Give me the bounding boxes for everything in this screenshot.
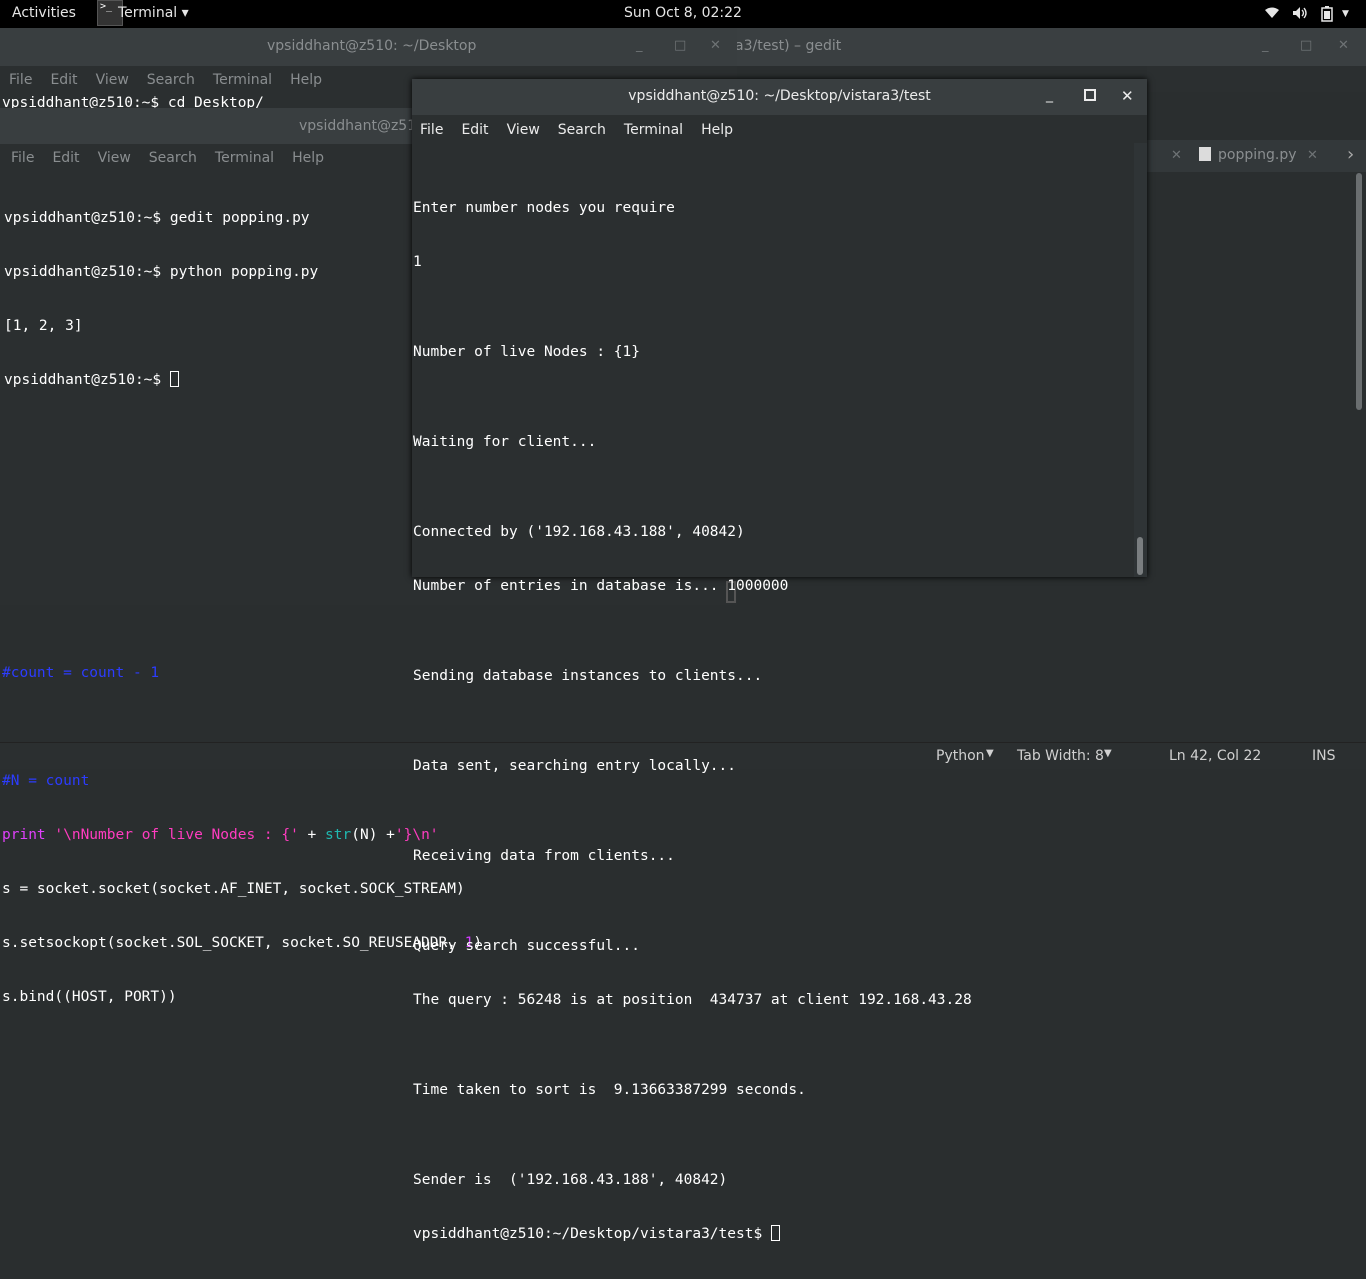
menu-view[interactable]: View [96, 72, 129, 88]
menu-terminal[interactable]: Terminal [213, 72, 272, 88]
gedit-toolbar [1147, 66, 1366, 92]
menu-search[interactable]: Search [558, 122, 606, 138]
menu-terminal[interactable]: Terminal [624, 122, 683, 138]
terminal-line: Receiving data from clients... [413, 848, 675, 864]
terminal-output-line: vpsiddhant@z510:~$ cd Desktop/ [2, 95, 264, 108]
terminal-line: vpsiddhant@z510:~/Desktop/vistara3/test$ [413, 1225, 972, 1243]
menu-terminal[interactable]: Terminal [215, 150, 274, 166]
chevron-down-icon[interactable]: ▼ [1342, 9, 1349, 19]
terminal-prompt: vpsiddhant@z510:~/Desktop/vistara3/test$ [413, 1226, 771, 1242]
menu-search[interactable]: Search [147, 72, 195, 88]
maximize-icon[interactable] [1084, 89, 1096, 101]
terminal-line: Sender is ('192.168.43.188', 40842) [413, 1172, 728, 1188]
top-bar: Activities >_ Terminal ▾ Sun Oct 8, 02:2… [0, 0, 1366, 28]
gedit-minimize-icon[interactable]: _ [1262, 38, 1269, 53]
terminal-line: Waiting for client... [413, 434, 597, 450]
chevron-down-icon: ▼ [1104, 748, 1112, 759]
gedit-scrollbar[interactable] [1356, 173, 1362, 410]
terminal-line: Enter number nodes you require [413, 200, 675, 216]
file-icon [1199, 147, 1211, 161]
gedit-maximize-icon[interactable]: □ [1300, 38, 1312, 53]
menu-edit[interactable]: Edit [50, 72, 77, 88]
menu-view[interactable]: View [507, 122, 540, 138]
terminal-cursor [770, 1225, 780, 1241]
wifi-icon[interactable] [1264, 6, 1280, 24]
terminal-line: Connected by ('192.168.43.188', 40842) [413, 524, 745, 540]
menu-search[interactable]: Search [149, 150, 197, 166]
terminal-front-output[interactable]: Enter number nodes you require 1 Number … [413, 163, 972, 1279]
close-icon[interactable]: ✕ [710, 38, 721, 53]
minimize-icon[interactable]: _ [1046, 87, 1053, 103]
terminal-middle-menubar: File Edit View Search Terminal Help [11, 150, 342, 166]
menu-edit[interactable]: Edit [461, 122, 488, 138]
terminal-cursor [169, 371, 179, 387]
terminal-line: 1 [413, 254, 422, 270]
menu-file[interactable]: File [11, 150, 34, 166]
terminal-line: Query search successful... [413, 938, 640, 954]
terminal-line: Sending database instances to clients... [413, 668, 763, 684]
terminal-desktop-title: vpsiddhant@z510: ~/Desktop [267, 38, 477, 54]
terminal-line: vpsiddhant@z510:~$ gedit popping.py [4, 210, 310, 226]
battery-icon[interactable] [1321, 6, 1333, 26]
minimize-icon[interactable]: _ [636, 38, 643, 53]
gedit-tab-bar: ✕ popping.py ✕ › [1147, 140, 1366, 172]
terminal-desktop-menubar: File Edit View Search Terminal Help [9, 72, 340, 88]
gedit-window-title: a3/test) – gedit [735, 38, 842, 54]
menu-file[interactable]: File [420, 122, 443, 138]
chevron-down-icon: ▼ [986, 748, 994, 759]
terminal-line: [1, 2, 3] [4, 318, 83, 334]
menu-view[interactable]: View [98, 150, 131, 166]
menu-help[interactable]: Help [290, 72, 322, 88]
tab-close-icon[interactable]: ✕ [1307, 148, 1318, 163]
insert-mode: INS [1312, 748, 1336, 764]
clock[interactable]: Sun Oct 8, 02:22 [0, 5, 1366, 21]
terminal-line: Time taken to sort is 9.13663387299 seco… [413, 1082, 806, 1098]
close-icon[interactable]: ✕ [1121, 87, 1134, 105]
chevron-right-icon[interactable]: › [1347, 144, 1354, 165]
terminal-line: Number of entries in database is... 1000… [413, 578, 789, 594]
tab-close-icon[interactable]: ✕ [1171, 148, 1182, 163]
volume-icon[interactable] [1292, 6, 1308, 24]
terminal-line: Number of live Nodes : {1} [413, 344, 640, 360]
terminal-line: Data sent, searching entry locally... [413, 758, 737, 774]
terminal-middle-output[interactable]: vpsiddhant@z510:~$ gedit popping.py vpsi… [4, 173, 318, 425]
terminal-scrollbar[interactable] [1137, 537, 1143, 575]
maximize-icon[interactable]: □ [674, 38, 686, 53]
terminal-line: vpsiddhant@z510:~$ [4, 371, 318, 389]
terminal-line: vpsiddhant@z510:~$ python popping.py [4, 264, 319, 280]
terminal-front-title: vpsiddhant@z510: ~/Desktop/vistara3/test [628, 88, 931, 104]
terminal-front-window: vpsiddhant@z510: ~/Desktop/vistara3/test… [412, 79, 1147, 1242]
menu-help[interactable]: Help [701, 122, 733, 138]
menu-help[interactable]: Help [292, 150, 324, 166]
terminal-middle-title: vpsiddhant@z51 [299, 118, 417, 134]
menu-file[interactable]: File [9, 72, 32, 88]
terminal-scroll-track [1134, 143, 1147, 577]
terminal-line: The query : 56248 is at position 434737 … [413, 992, 972, 1008]
gedit-close-icon[interactable]: ✕ [1338, 38, 1349, 53]
tab-width-selector[interactable]: Tab Width: 8 [1017, 748, 1104, 764]
cursor-position: Ln 42, Col 22 [1169, 748, 1262, 764]
terminal-front-menubar: File Edit View Search Terminal Help [420, 122, 751, 138]
menu-edit[interactable]: Edit [52, 150, 79, 166]
tab-popping-py[interactable]: popping.py [1218, 147, 1297, 163]
